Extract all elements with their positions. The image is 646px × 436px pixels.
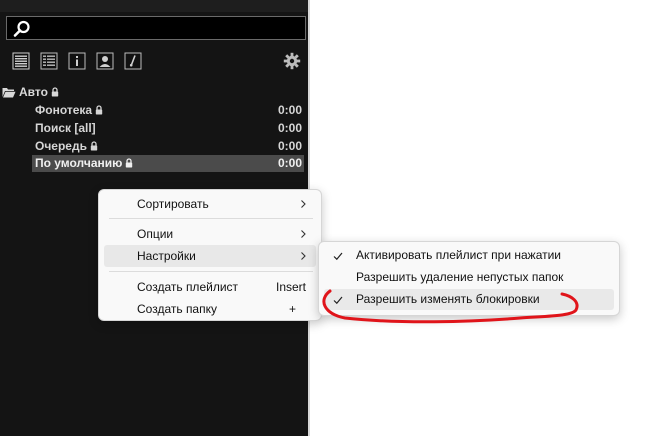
artist-icon[interactable] xyxy=(96,52,114,70)
checkmark-icon xyxy=(333,296,343,305)
checkmark-icon xyxy=(333,252,343,261)
menu-item-shortcut: + xyxy=(288,302,296,316)
lock-icon xyxy=(90,141,98,151)
info-icon[interactable] xyxy=(68,52,86,70)
tree-item-label: По умолчанию xyxy=(35,156,123,170)
menu-item-label: Создать папку xyxy=(137,302,217,316)
tree-item[interactable]: Очередь 0:00 xyxy=(32,138,304,155)
menu-item-sort[interactable]: Сортировать xyxy=(104,193,316,215)
lock-icon xyxy=(126,158,133,168)
tree-item-duration: 0:00 xyxy=(277,121,302,135)
settings-submenu: Активировать плейлист при нажатии Разреш… xyxy=(318,241,620,316)
submenu-item-allow-change-locks[interactable]: Разрешить изменять блокировки xyxy=(324,289,614,310)
detail-view-icon[interactable] xyxy=(40,52,58,70)
submenu-item-label: Разрешить удаление непустых папок xyxy=(356,270,564,284)
submenu-item-allow-delete-folders[interactable]: Разрешить удаление непустых папок xyxy=(324,267,614,288)
lock-icon xyxy=(51,87,59,97)
panel-top-strip xyxy=(0,0,308,12)
menu-item-create-folder[interactable]: Создать папку + xyxy=(104,298,316,320)
list-view-icon[interactable] xyxy=(12,52,30,70)
submenu-item-activate-on-click[interactable]: Активировать плейлист при нажатии xyxy=(324,245,614,266)
tree-folder-auto[interactable]: Авто xyxy=(2,84,59,100)
submenu-item-label: Разрешить изменять блокировки xyxy=(356,292,540,306)
menu-item-label: Создать плейлист xyxy=(137,280,239,294)
chevron-right-icon xyxy=(301,252,306,260)
gear-icon[interactable] xyxy=(283,52,301,70)
tree-item-label: Очередь xyxy=(35,139,87,153)
tree-item[interactable]: Поиск [all] 0:00 xyxy=(32,120,304,137)
folder-open-icon xyxy=(2,88,16,98)
tree-item-label: Поиск [all] xyxy=(35,121,96,135)
lock-icon xyxy=(95,105,103,115)
tree-item-duration: 0:00 xyxy=(277,156,302,170)
context-menu: Сортировать Опции Настройки Создать плей… xyxy=(98,189,322,321)
tree-item-duration: 0:00 xyxy=(277,103,302,117)
menu-item-options[interactable]: Опции xyxy=(104,223,316,245)
submenu-item-label: Активировать плейлист при нажатии xyxy=(356,248,562,262)
menu-separator xyxy=(109,271,313,272)
chevron-right-icon xyxy=(301,230,306,238)
menu-item-settings[interactable]: Настройки xyxy=(104,245,316,267)
menu-item-label: Настройки xyxy=(137,249,196,263)
lyrics-icon[interactable] xyxy=(124,52,142,70)
menu-item-label: Сортировать xyxy=(137,197,209,211)
tree-item-label: Фонотека xyxy=(35,103,93,117)
tree-item-duration: 0:00 xyxy=(277,139,302,153)
menu-item-shortcut: Insert xyxy=(275,280,306,294)
chevron-right-icon xyxy=(301,200,306,208)
search-input[interactable] xyxy=(37,19,303,39)
tree-item-selected[interactable]: По умолчанию 0:00 xyxy=(32,155,304,172)
menu-item-create-playlist[interactable]: Создать плейлист Insert xyxy=(104,276,316,298)
search-box[interactable] xyxy=(6,16,306,40)
menu-item-label: Опции xyxy=(137,227,174,241)
search-icon xyxy=(13,20,30,37)
tree-folder-label: Авто xyxy=(19,85,48,99)
tree-item[interactable]: Фонотека 0:00 xyxy=(32,102,304,119)
menu-separator xyxy=(109,218,313,219)
screen: Авто Фонотека 0:00 Поиск [all] 0:00 Очер… xyxy=(0,0,646,436)
